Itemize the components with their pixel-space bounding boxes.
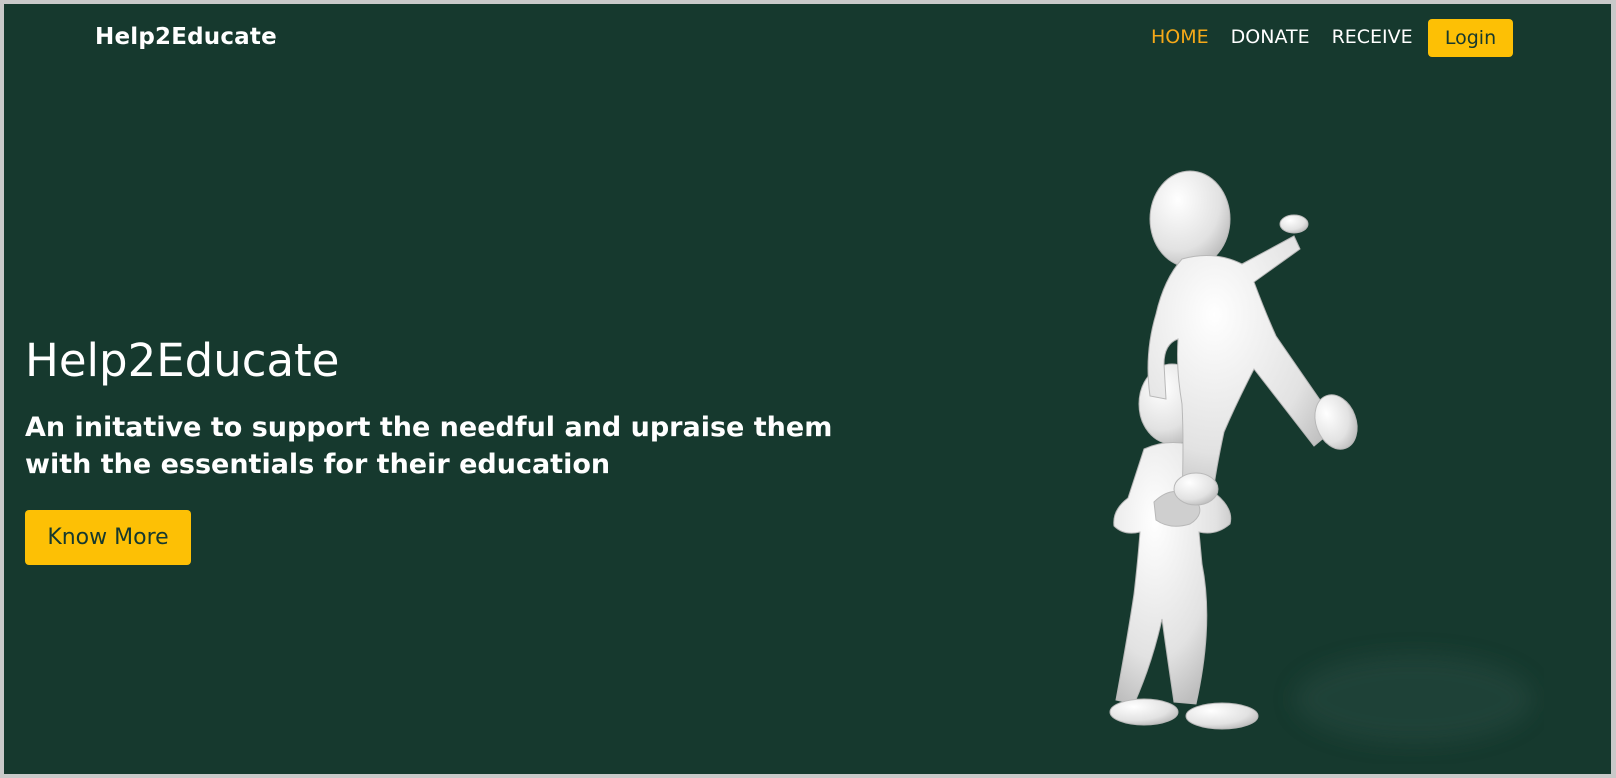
hero-title: Help2Educate bbox=[25, 334, 340, 387]
page-frame: Help2Educate HOME DONATE RECEIVE Login H… bbox=[4, 4, 1611, 774]
nav-home-link[interactable]: HOME bbox=[1151, 26, 1209, 48]
brand-logo[interactable]: Help2Educate bbox=[95, 24, 277, 50]
login-button[interactable]: Login bbox=[1428, 19, 1513, 57]
nav-receive-link[interactable]: RECEIVE bbox=[1332, 26, 1413, 48]
nav-donate-link[interactable]: DONATE bbox=[1231, 26, 1310, 48]
hero-subtitle: An initative to support the needful and … bbox=[25, 412, 833, 480]
two-figures-helping-icon bbox=[1109, 170, 1534, 744]
know-more-button[interactable]: Know More bbox=[25, 510, 191, 565]
main-nav: HOME DONATE RECEIVE bbox=[1151, 26, 1435, 48]
